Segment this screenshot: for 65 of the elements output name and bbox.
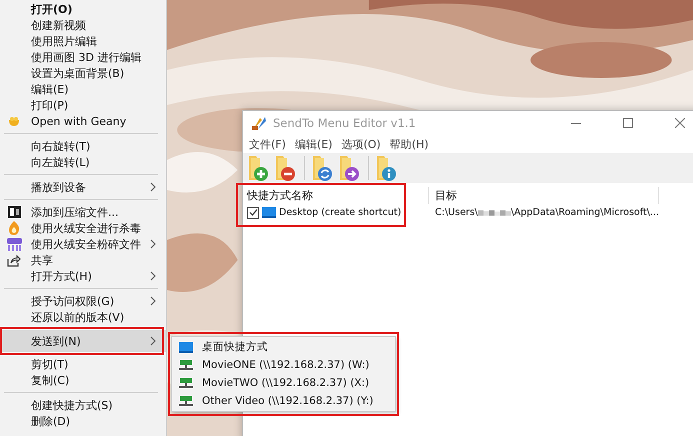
column-header[interactable]: 目标 <box>429 187 659 204</box>
menu-item[interactable]: Open with Geany <box>0 113 166 129</box>
menu-bar-item[interactable]: 编辑(E) <box>294 136 332 152</box>
menu-bar-item[interactable]: 帮助(H) <box>390 136 429 152</box>
window-title: SendTo Menu Editor v1.1 <box>273 116 416 130</box>
menu-item[interactable]: 向左旋转(L) <box>0 154 166 170</box>
menu-item[interactable]: 删除(D) <box>0 413 166 429</box>
menu-item[interactable]: 创建新视频 <box>0 17 166 33</box>
folder-icon <box>376 154 398 182</box>
menu-item[interactable]: 设置为桌面背景(B) <box>0 65 166 81</box>
refresh-folder-button[interactable] <box>311 153 335 183</box>
column-header[interactable]: 快捷方式名称 <box>243 187 429 204</box>
menu-item[interactable]: 共享 <box>0 252 166 268</box>
menu-item[interactable]: 发送到(N) <box>0 330 166 352</box>
menu-bar-item[interactable]: 选项(O) <box>341 136 381 152</box>
app-icon <box>251 115 267 131</box>
checkbox[interactable] <box>247 206 259 218</box>
add-folder-button[interactable] <box>247 153 271 183</box>
chevron-icon <box>150 336 156 346</box>
desktop-icon <box>179 342 193 352</box>
network-drive-icon <box>179 396 193 406</box>
folder-icon <box>248 154 270 182</box>
path-text: \AppData\Roaming\Microsoft\... <box>510 207 659 218</box>
menu-item[interactable]: 复制(C) <box>0 372 166 388</box>
chevron-icon <box>150 182 156 192</box>
menu-item[interactable]: 使用画图 3D 进行编辑 <box>0 49 166 65</box>
share-icon <box>7 254 21 266</box>
remove-folder-button[interactable] <box>274 153 298 183</box>
menu-bar-item[interactable]: 文件(F) <box>249 136 286 152</box>
menu-item[interactable]: 授予访问权限(G) <box>0 293 166 309</box>
info-folder-button[interactable] <box>375 153 399 183</box>
submenu-item[interactable]: 桌面快捷方式 <box>172 338 395 356</box>
menu-item[interactable]: 剪切(T) <box>0 356 166 372</box>
network-drive-icon <box>179 360 193 370</box>
menu-item[interactable]: 打开方式(H) <box>0 268 166 284</box>
menu-item[interactable]: 打印(P) <box>0 97 166 113</box>
archive-icon <box>8 206 20 218</box>
menu-item[interactable]: 还原以前的版本(V) <box>0 309 166 325</box>
folder-icon <box>312 154 334 182</box>
shredder-icon <box>6 238 22 250</box>
flame-icon <box>8 221 20 235</box>
maximize-icon <box>623 118 633 128</box>
forward-folder-button[interactable] <box>338 153 362 183</box>
menu-item[interactable]: 编辑(E) <box>0 81 166 97</box>
menu-item[interactable]: 向右旋转(T) <box>0 138 166 154</box>
folder-icon <box>275 154 297 182</box>
menu-item[interactable]: 使用照片编辑 <box>0 33 166 49</box>
chevron-icon <box>150 239 156 249</box>
path-text: C:\Users\ <box>435 207 478 218</box>
close-icon <box>675 118 685 128</box>
submenu-item[interactable]: Other Video (\\192.168.2.37) (Y:) <box>172 392 395 410</box>
menu-item[interactable]: 使用火绒安全进行杀毒 <box>0 220 166 236</box>
chevron-icon <box>150 296 156 306</box>
menu-item[interactable]: 添加到压缩文件... <box>0 204 166 220</box>
table-cell: Desktop (create shortcut) <box>279 207 402 218</box>
desktop-icon <box>262 207 276 218</box>
submenu-item[interactable]: MovieONE (\\192.168.2.37) (W:) <box>172 356 395 374</box>
network-drive-icon <box>179 378 193 388</box>
folder-icon <box>339 154 361 182</box>
menu-item[interactable]: 使用火绒安全粉碎文件 <box>0 236 166 252</box>
chevron-icon <box>150 271 156 281</box>
menu-item[interactable]: 播放到设备 <box>0 179 166 195</box>
menu-item[interactable]: 打开(O) <box>0 1 166 17</box>
menu-item[interactable]: 创建快捷方式(S) <box>0 397 166 413</box>
submenu-item[interactable]: MovieTWO (\\192.168.2.37) (X:) <box>172 374 395 392</box>
